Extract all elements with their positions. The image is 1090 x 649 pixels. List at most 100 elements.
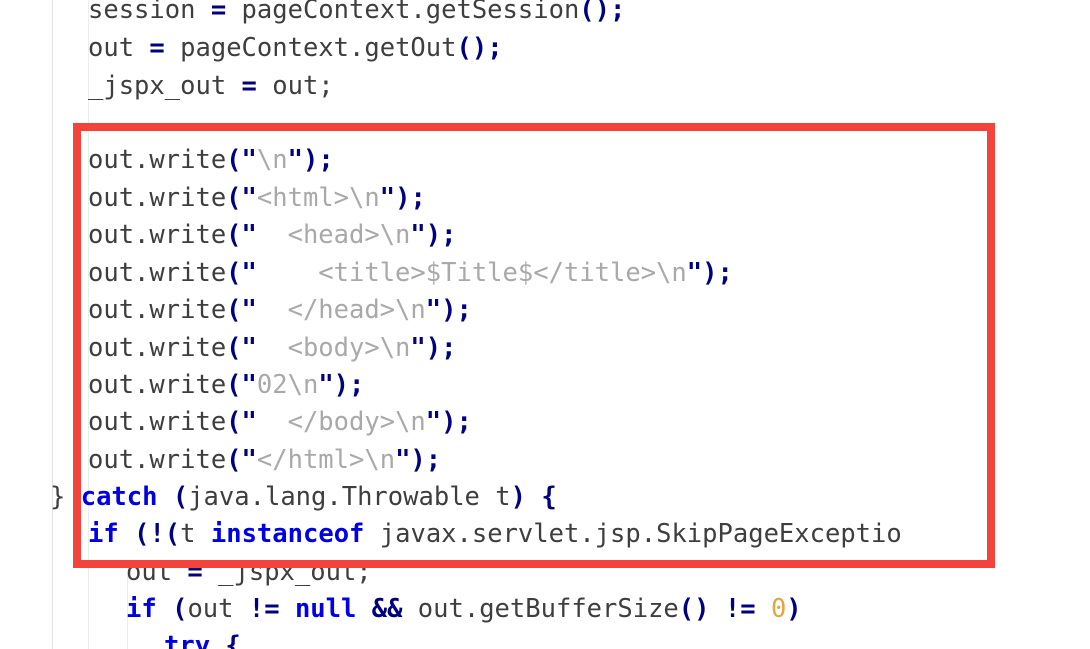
code-token-str: </head>\n	[256, 295, 426, 325]
code-token-pn: ;	[441, 220, 457, 250]
code-line[interactable]: out.write("\n");	[0, 142, 1090, 179]
code-token-pn: ()	[456, 33, 488, 63]
code-token-pn: (	[172, 594, 188, 624]
code-token-id	[756, 594, 771, 624]
code-line[interactable]: out.write(" <head>\n");	[0, 217, 1090, 254]
code-token-id: out.write	[88, 295, 227, 325]
code-token-op: =	[241, 71, 257, 101]
code-token-id	[210, 631, 225, 649]
code-line[interactable]: session = pageContext.getSession();	[0, 0, 1090, 29]
code-token-pn: ("	[226, 370, 257, 400]
code-token-str: <head>\n	[256, 220, 411, 250]
code-token-kw: try	[164, 631, 211, 649]
code-token-pn: ("	[226, 145, 257, 175]
code-line[interactable]: out.write(" </body>\n");	[0, 404, 1090, 441]
code-token-id: _jspx_out	[88, 71, 242, 101]
code-token-pn: ;	[318, 145, 334, 175]
code-token-pn: ")	[425, 407, 457, 437]
code-line[interactable]: out.write(" </head>\n");	[0, 292, 1090, 329]
code-token-pn: ;	[441, 333, 457, 363]
code-token-id	[526, 482, 541, 512]
code-token-pn: ")	[318, 370, 350, 400]
code-token-id: _jspx_out;	[202, 557, 372, 587]
code-token-id	[356, 594, 371, 624]
code-token-id: out.write	[88, 407, 227, 437]
code-token-id	[157, 594, 172, 624]
code-token-pn: ("	[226, 333, 257, 363]
code-line[interactable]: out.write("<html>\n");	[0, 180, 1090, 217]
code-token-op: !=	[248, 594, 280, 624]
code-token-pn: ()	[678, 594, 710, 624]
code-token-id: session	[88, 0, 211, 25]
code-token-pn: )	[510, 482, 526, 512]
code-token-pn: ("	[226, 445, 257, 475]
code-line[interactable]: _jspx_out = out;	[0, 68, 1090, 105]
code-token-id: pageContext.getOut	[164, 33, 457, 63]
code-token-pn: ("	[226, 295, 257, 325]
code-token-id: out	[88, 33, 150, 63]
code-token-pn: ("	[226, 407, 257, 437]
code-token-pn: ;	[425, 445, 442, 475]
code-token-kw: catch	[80, 482, 158, 512]
code-token-id: }	[50, 482, 66, 512]
code-token-id: out.write	[88, 445, 227, 475]
code-line[interactable]: out = pageContext.getOut();	[0, 30, 1090, 67]
code-token-pn: ")	[410, 220, 442, 250]
code-token-pn: ")	[686, 258, 718, 288]
code-token-pn: ("	[226, 258, 257, 288]
code-line[interactable]: } catch (java.lang.Throwable t) {	[0, 479, 1090, 516]
code-token-pn: ;	[456, 295, 472, 325]
code-text-area[interactable]: session = pageContext.getSession(); out =…	[0, 0, 1090, 649]
code-token-pn: {	[225, 631, 241, 649]
code-token-pn: ")	[410, 333, 442, 363]
code-line[interactable]: if (!(t instanceof javax.servlet.jsp.Ski…	[0, 516, 1090, 553]
code-token-kw: instanceof	[210, 519, 365, 549]
code-line[interactable]: out.write(" <title>$Title$</title>\n");	[0, 255, 1090, 292]
code-token-kw: if	[88, 519, 119, 549]
code-token-kw: null	[294, 594, 357, 624]
code-token-pn: ;	[456, 407, 472, 437]
code-token-pn: ("	[226, 220, 257, 250]
code-token-pn: (	[134, 519, 150, 549]
code-editor-screenshot: session = pageContext.getSession(); out =…	[0, 0, 1090, 649]
code-token-op: =	[210, 0, 227, 25]
code-token-str: \n	[256, 145, 288, 175]
code-line[interactable]: if (out != null && out.getBufferSize() !…	[0, 591, 1090, 628]
code-token-id: t	[180, 519, 211, 549]
code-token-pn: ()	[579, 0, 611, 25]
code-line[interactable]	[0, 105, 1090, 142]
code-token-pn: ;	[487, 33, 503, 63]
code-token-op: !=	[724, 594, 756, 624]
code-token-pn: ;	[349, 370, 365, 400]
code-token-id: out	[126, 557, 188, 587]
code-line[interactable]: out = _jspx_out;	[0, 554, 1090, 591]
code-token-op: =	[149, 33, 165, 63]
code-token-pn: )	[786, 594, 802, 624]
code-token-str: 02\n	[256, 370, 319, 400]
code-token-op: !	[149, 519, 165, 549]
code-token-id	[157, 482, 172, 512]
code-token-pn: (	[164, 519, 181, 549]
code-token-pn: ")	[379, 183, 411, 213]
code-token-id	[119, 519, 134, 549]
code-token-id: out.write	[88, 258, 227, 288]
code-token-id: out;	[256, 71, 334, 101]
code-line[interactable]: out.write("02\n");	[0, 367, 1090, 404]
code-line[interactable]: try {	[0, 628, 1090, 649]
code-token-kw: if	[126, 594, 157, 624]
code-token-pn: ;	[610, 0, 626, 25]
code-token-id: javax.servlet.jsp.SkipPageExceptio	[364, 519, 902, 549]
code-token-pn: ("	[226, 183, 257, 213]
code-token-id: java.lang.Throwable t	[188, 482, 511, 512]
code-token-pn: ")	[425, 295, 457, 325]
code-line[interactable]: out.write("</html>\n");	[0, 442, 1090, 479]
code-token-pn: ;	[410, 183, 426, 213]
code-token-pn: (	[172, 482, 189, 512]
code-token-str: <title>$Title$</title>\n	[256, 258, 687, 288]
code-token-id: out.getBufferSize	[402, 594, 679, 624]
code-line[interactable]: out.write(" <body>\n");	[0, 330, 1090, 367]
code-token-id: pageContext.getSession	[226, 0, 580, 25]
code-token-str: </body>\n	[256, 407, 426, 437]
code-token-id	[65, 482, 80, 512]
code-token-str: <body>\n	[256, 333, 411, 363]
